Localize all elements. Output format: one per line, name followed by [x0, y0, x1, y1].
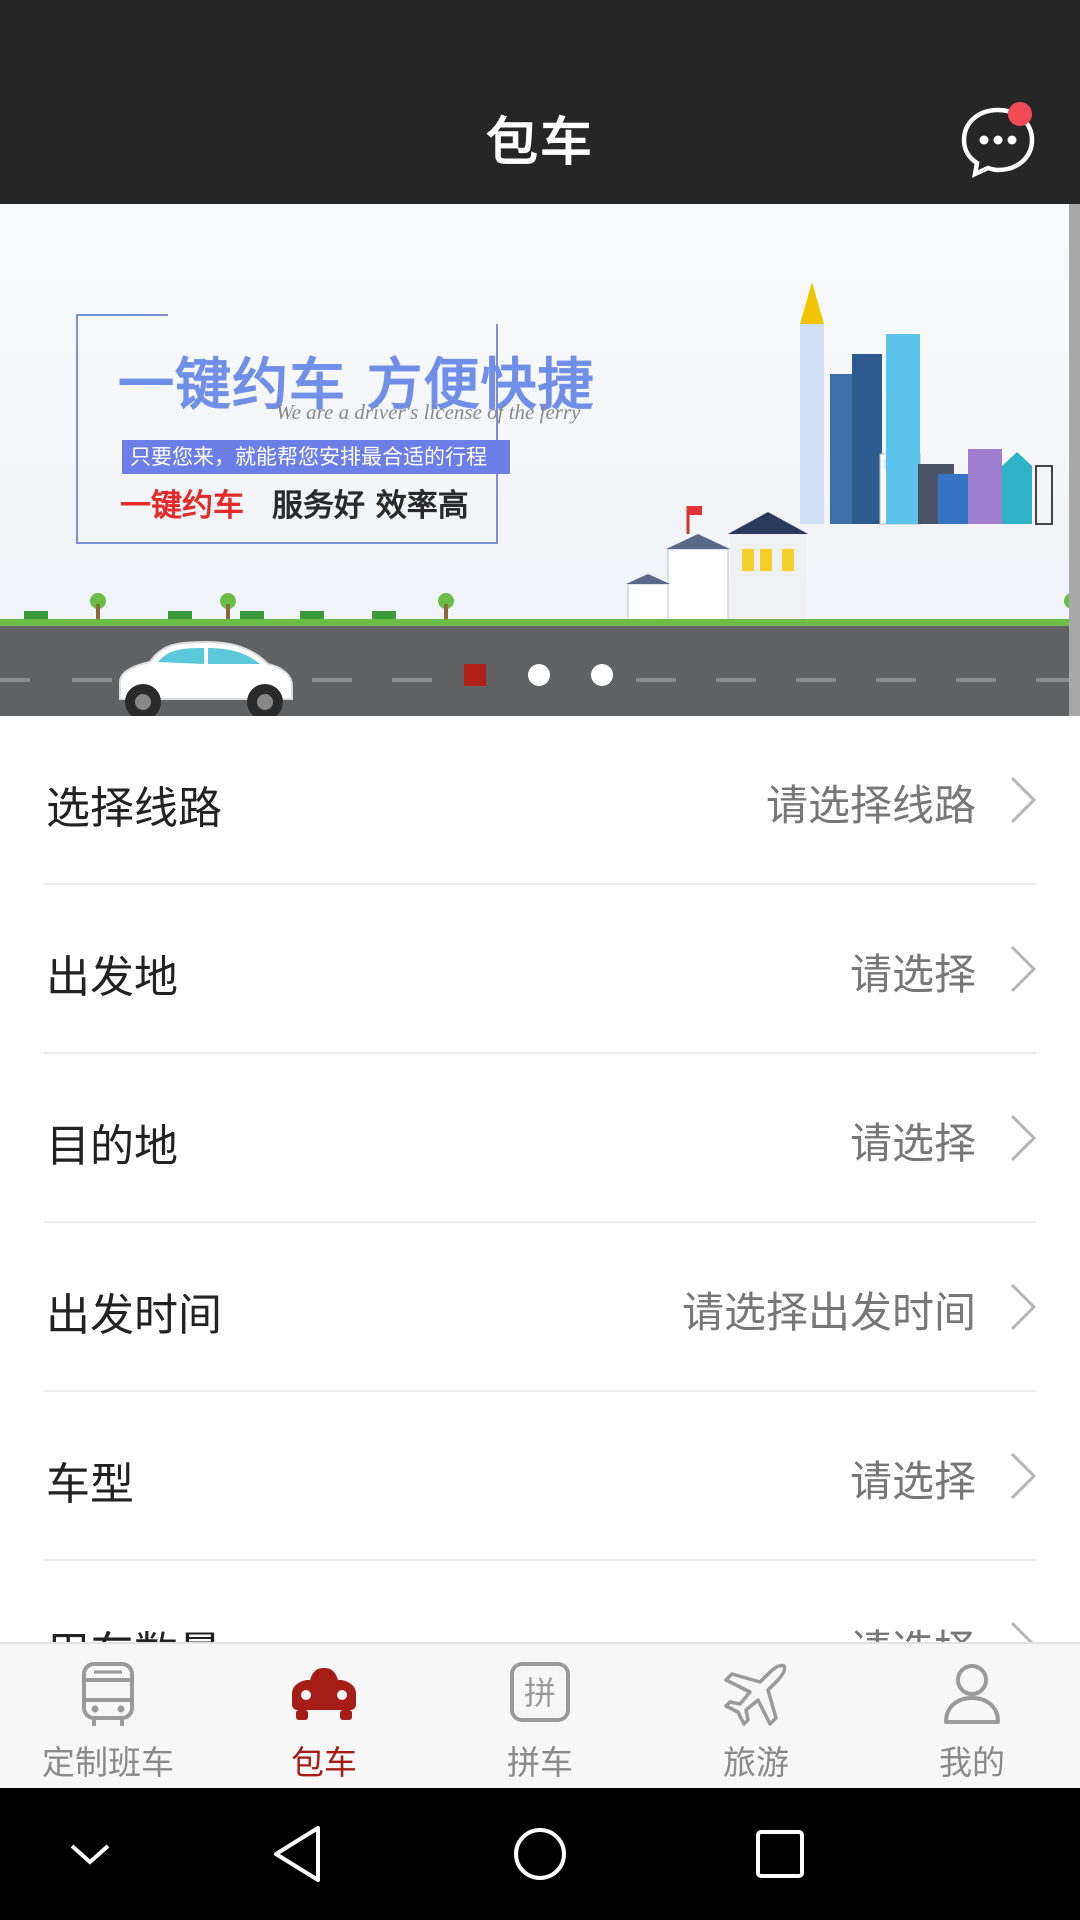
bottom-tab-bar: 定制班车 包车 拼 拼车 旅游 我的: [0, 1642, 1080, 1788]
recents-button[interactable]: [740, 1814, 820, 1894]
tab-label: 定制班车: [42, 1743, 174, 1782]
airplane-icon: [724, 1663, 787, 1726]
tab-label: 拼车: [507, 1743, 573, 1782]
banner-slogan: 服务好 效率高: [272, 488, 469, 524]
collapse-button[interactable]: [50, 1814, 130, 1894]
banner-slogan-red: 一键约车: [120, 488, 244, 524]
banner-subtitle: We are a driver's license of the ferry: [276, 400, 581, 424]
svg-text:拼: 拼: [524, 1674, 556, 1712]
row-label: 选择线路: [46, 783, 222, 834]
row-label: 出发时间: [46, 1290, 222, 1341]
chevron-right-icon: [1010, 1452, 1037, 1500]
chevron-right-icon: [1010, 776, 1037, 824]
app-header: 包车: [0, 0, 1080, 204]
app-root: 包车 一键约车 方便快捷 We are a driver's license o…: [0, 0, 1080, 1920]
row-value: 请选择出发时间: [681, 1288, 976, 1337]
carousel-dot-3[interactable]: [591, 664, 613, 686]
carousel-dot-1[interactable]: [464, 664, 486, 686]
banner-tagline: 只要您来，就能帮您安排最合适的行程: [122, 440, 510, 474]
row-value: 请选择: [849, 950, 976, 999]
row-label: 车型: [46, 1459, 134, 1510]
banner-carousel[interactable]: 一键约车 方便快捷 We are a driver's license of t…: [0, 204, 1080, 716]
chevron-right-icon: [1010, 945, 1037, 993]
system-nav-bar: [0, 1788, 1080, 1920]
back-icon: [274, 1826, 320, 1882]
tab-profile[interactable]: 我的: [864, 1644, 1080, 1790]
vehicle-type-row[interactable]: 车型 请选择: [0, 1392, 1080, 1561]
back-button[interactable]: [260, 1814, 340, 1894]
row-label: 出发地: [46, 952, 178, 1003]
home-button[interactable]: [500, 1814, 580, 1894]
carousel-dot-2[interactable]: [528, 664, 550, 686]
tab-label: 包车: [291, 1743, 357, 1782]
row-value: 请选择: [849, 1119, 976, 1168]
unread-badge: [1008, 102, 1032, 126]
city-skyline: [626, 282, 1053, 625]
carpool-icon: 拼: [510, 1662, 570, 1722]
chevron-right-icon: [1010, 1283, 1037, 1331]
row-value: 请选择: [849, 1457, 976, 1506]
collapse-icon: [70, 1844, 110, 1865]
tab-travel[interactable]: 旅游: [648, 1644, 864, 1790]
tab-custom-bus[interactable]: 定制班车: [0, 1644, 216, 1790]
carousel-indicator: [0, 664, 1080, 694]
recents-icon: [756, 1830, 804, 1878]
tab-charter[interactable]: 包车: [216, 1644, 432, 1790]
page-title: 包车: [485, 113, 594, 173]
message-button[interactable]: [958, 100, 1038, 180]
tab-label: 旅游: [723, 1743, 789, 1782]
destination-select-row[interactable]: 目的地 请选择: [0, 1054, 1080, 1223]
chevron-right-icon: [1010, 1114, 1037, 1162]
row-label: 用车数量: [46, 1617, 222, 1642]
car-icon: [292, 1668, 356, 1720]
row-label: 目的地: [46, 1121, 178, 1172]
departure-select-row[interactable]: 出发地 请选择: [0, 885, 1080, 1054]
user-icon: [944, 1664, 1000, 1724]
chat-bubble-icon: [961, 102, 1035, 178]
row-value: 请选择: [850, 1617, 976, 1642]
route-select-row[interactable]: 选择线路 请选择线路: [0, 716, 1080, 885]
departure-time-row[interactable]: 出发时间 请选择出发时间: [0, 1223, 1080, 1392]
chevron-right-icon: [1010, 1621, 1034, 1642]
roadside-trees: [0, 593, 1080, 627]
tab-carpool[interactable]: 拼 拼车: [432, 1644, 648, 1790]
vehicle-count-row[interactable]: 用车数量 请选择: [0, 1561, 1080, 1642]
tab-label: 我的: [939, 1743, 1005, 1782]
bus-icon: [82, 1662, 134, 1726]
home-icon: [514, 1828, 566, 1880]
charter-form: 选择线路 请选择线路 出发地 请选择 目的地 请选择 出发时间 请选择出发时间 …: [0, 716, 1080, 1642]
row-value: 请选择线路: [765, 781, 976, 830]
